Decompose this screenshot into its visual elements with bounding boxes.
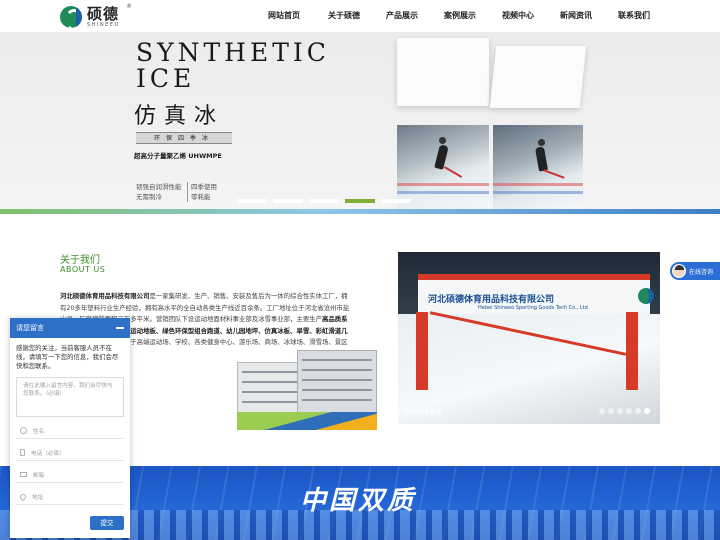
expo-pagination [599, 408, 653, 414]
email-field[interactable]: 邮箱 [16, 467, 124, 483]
banner-title-cn: 仿真冰 [134, 104, 225, 129]
online-consult-button[interactable]: 在线咨询 [670, 262, 720, 280]
expo-logo-icon [638, 288, 654, 304]
about-subtitle: ABOUT US [60, 265, 106, 274]
logo-name: 硕德 [87, 4, 120, 23]
pagination-dot[interactable] [617, 408, 623, 414]
phone-icon [20, 449, 25, 456]
chat-intro: 感谢您的关注，当前客服人员不在线，请填写一下您的信息，我们会尽快和您联系。 [16, 344, 119, 370]
pagination-dot[interactable] [599, 408, 605, 414]
mail-icon [20, 472, 27, 477]
address-field[interactable]: 地址 [16, 489, 124, 505]
logo[interactable]: 硕德 SHINEEO ® [60, 3, 132, 29]
name-field[interactable]: 姓名 [16, 423, 124, 439]
pagination-dot[interactable] [635, 408, 641, 414]
expo-carousel[interactable]: 河北硕德体育用品科技有限公司 Hebei Shineeo Sporting Go… [398, 252, 660, 424]
feature-text: 零耗能 [191, 193, 211, 201]
minimize-icon[interactable] [116, 327, 124, 329]
chat-widget: 请您留言 感谢您的关注，当前客服人员不在线，请填写一下您的信息，我们会尽快和您联… [10, 318, 130, 538]
logo-mark-icon [60, 6, 82, 28]
feature-text: 韧强自润滑性能 [136, 182, 188, 192]
nav-cases[interactable]: 案例展示 [444, 0, 476, 32]
expo-brand: 河北硕德体育用品科技有限公司 [428, 295, 555, 305]
nav-products[interactable]: 产品展示 [386, 0, 418, 32]
chat-title: 请您留言 [16, 324, 44, 332]
pagination-dot[interactable] [626, 408, 632, 414]
agent-avatar-icon [672, 264, 686, 278]
about-title: 关于我们 [60, 255, 100, 266]
pagination-dot[interactable] [345, 199, 375, 203]
banner-stripe [0, 209, 720, 214]
main-nav: 网站首页 关于硕德 产品展示 案例展示 视频中心 新闻资讯 联系我们 [252, 0, 650, 32]
banner-pagination [237, 199, 417, 203]
band-title: 中国双质 [300, 486, 417, 516]
nav-contact[interactable]: 联系我们 [618, 0, 650, 32]
pagination-dot[interactable] [644, 408, 650, 414]
user-icon [20, 427, 27, 434]
pagination-dot[interactable] [309, 199, 339, 203]
factory-image [237, 342, 377, 430]
phone-field[interactable]: 电话（必填） [16, 445, 124, 461]
pagination-dot[interactable] [237, 199, 267, 203]
expo-caption: 2018体博会 [404, 408, 443, 416]
skater-photo [493, 125, 583, 213]
hero-banner[interactable]: SYNTHETIC ICE 仿真冰 环保四季冰 超高分子量聚乙烯 UHWMPE … [0, 32, 720, 214]
nav-home[interactable]: 网站首页 [268, 0, 300, 32]
pagination-dot[interactable] [381, 199, 411, 203]
message-textarea[interactable]: 请在此输入留言内容，我们会尽快与您联系。（必填） [16, 377, 124, 417]
registered-mark: ® [126, 3, 132, 10]
chat-header[interactable]: 请您留言 [10, 318, 130, 338]
feature-text: 无需制冷 [136, 192, 188, 202]
banner-title-en: SYNTHETIC ICE [136, 38, 330, 93]
ice-slab-image [489, 46, 587, 108]
nav-news[interactable]: 新闻资讯 [560, 0, 592, 32]
site-header: 硕德 SHINEEO ® 网站首页 关于硕德 产品展示 案例展示 视频中心 新闻… [0, 0, 720, 32]
banner-subtitle: 超高分子量聚乙烯 UHWMPE [134, 152, 222, 160]
location-pin-icon [18, 492, 28, 501]
banner-badge: 环保四季冰 [136, 132, 232, 144]
ice-slab-image [397, 38, 489, 106]
banner-features: 韧强自润滑性能 四季使用 无需制冷 零耗能 [136, 182, 217, 202]
expo-brand-en: Hebei Shineeo Sporting Goods Tech Co., L… [478, 305, 588, 311]
submit-button[interactable]: 提交 [90, 516, 124, 530]
feature-text: 四季使用 [191, 183, 217, 191]
nav-about[interactable]: 关于硕德 [328, 0, 360, 32]
logo-english-name: SHINEEO [87, 21, 120, 28]
consult-label: 在线咨询 [689, 268, 714, 276]
pagination-dot[interactable] [273, 199, 303, 203]
company-name: 河北硕德体育用品科技有限公司 [60, 292, 150, 300]
nav-videos[interactable]: 视频中心 [502, 0, 534, 32]
pagination-dot[interactable] [608, 408, 614, 414]
